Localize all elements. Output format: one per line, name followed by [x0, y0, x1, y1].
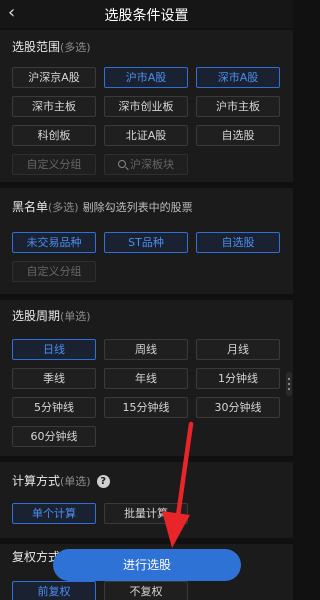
blacklist-section: 黑名单(多选) 剔除勾选列表中的股票 未交易品种 ST品种 自选股 自定义分组 [0, 188, 293, 294]
range-section: 选股范围(多选) 沪深京A股 沪市A股 深市A股 深市主板 深市创业板 沪市主板… [0, 30, 293, 182]
range-option-star[interactable]: 科创板 [12, 125, 96, 146]
blacklist-option-untraded[interactable]: 未交易品种 [12, 232, 96, 253]
range-option-sector[interactable]: 沪深板块 [104, 154, 188, 175]
calc-subtitle: (单选) [60, 475, 91, 488]
range-section-title: 选股范围(多选) [12, 38, 91, 55]
period-option-year[interactable]: 年线 [104, 368, 188, 389]
range-option-sz-a[interactable]: 深市A股 [196, 67, 280, 88]
period-option-day[interactable]: 日线 [12, 339, 96, 360]
range-option-watchlist[interactable]: 自选股 [196, 125, 280, 146]
range-option-sh-main[interactable]: 沪市主板 [196, 96, 280, 117]
period-option-30min[interactable]: 30分钟线 [196, 397, 280, 418]
period-section: 选股周期(单选) 日线 周线 月线 季线 年线 1分钟线 5分钟线 15分钟线 … [0, 300, 293, 456]
adjust-option-none[interactable]: 不复权 [104, 581, 188, 600]
calc-section-title: 计算方式(单选)? [12, 472, 110, 489]
scroll-handle-dot [288, 383, 290, 385]
period-option-60min[interactable]: 60分钟线 [12, 426, 96, 447]
blacklist-option-watchlist[interactable]: 自选股 [196, 232, 280, 253]
period-option-15min[interactable]: 15分钟线 [104, 397, 188, 418]
period-option-5min[interactable]: 5分钟线 [12, 397, 96, 418]
period-option-quarter[interactable]: 季线 [12, 368, 96, 389]
blacklist-option-st[interactable]: ST品种 [104, 232, 188, 253]
calc-section: 计算方式(单选)? 单个计算 批量计算 [0, 462, 293, 538]
period-option-month[interactable]: 月线 [196, 339, 280, 360]
scroll-handle[interactable] [286, 372, 292, 396]
range-option-hsj-a[interactable]: 沪深京A股 [12, 67, 96, 88]
period-option-week[interactable]: 周线 [104, 339, 188, 360]
range-option-sector-label: 沪深板块 [130, 158, 174, 171]
page-title: 选股条件设置 [104, 8, 189, 24]
period-option-1min[interactable]: 1分钟线 [196, 368, 280, 389]
blacklist-description: 剔除勾选列表中的股票 [82, 201, 193, 214]
scroll-handle-dot [288, 388, 290, 390]
help-icon[interactable]: ? [96, 475, 110, 488]
calc-option-single[interactable]: 单个计算 [12, 503, 96, 524]
calc-option-batch[interactable]: 批量计算 [104, 503, 188, 524]
range-subtitle: (多选) [60, 41, 91, 54]
start-screening-button[interactable]: 进行选股 [53, 549, 241, 581]
period-title: 选股周期 [12, 309, 61, 323]
range-title: 选股范围 [12, 40, 61, 54]
period-section-title: 选股周期(单选) [12, 307, 91, 324]
blacklist-subtitle: (多选) [48, 201, 79, 214]
blacklist-title: 黑名单 [12, 200, 49, 214]
scroll-handle-dot [288, 378, 290, 380]
adjust-option-forward[interactable]: 前复权 [12, 581, 96, 600]
range-option-sz-gem[interactable]: 深市创业板 [104, 96, 188, 117]
range-option-sh-a[interactable]: 沪市A股 [104, 67, 188, 88]
range-option-custom-group[interactable]: 自定义分组 [12, 154, 96, 175]
blacklist-option-custom-group[interactable]: 自定义分组 [12, 261, 96, 282]
range-option-sz-main[interactable]: 深市主板 [12, 96, 96, 117]
header-bar: ‹ 选股条件设置 [0, 0, 293, 28]
blacklist-section-title: 黑名单(多选) 剔除勾选列表中的股票 [12, 198, 193, 215]
range-option-bj-a[interactable]: 北证A股 [104, 125, 188, 146]
period-subtitle: (单选) [60, 310, 91, 323]
calc-title: 计算方式 [12, 474, 61, 488]
search-icon [118, 160, 126, 168]
